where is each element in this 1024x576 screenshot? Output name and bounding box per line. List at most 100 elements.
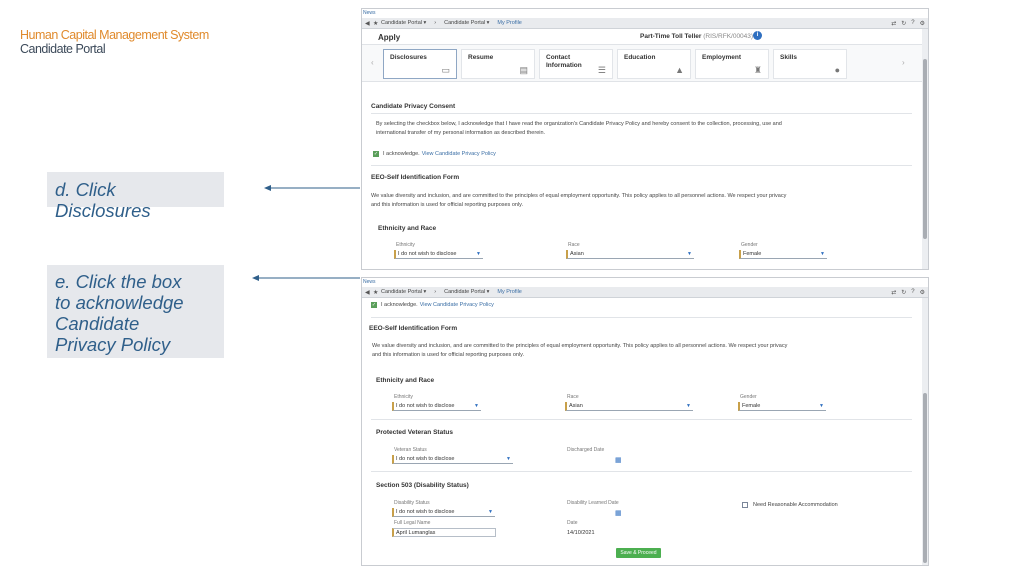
slide: Human Capital Management System Candidat… <box>0 0 1024 576</box>
chevron-down-icon: ▼ <box>488 509 493 515</box>
arrow-to-acknowledge <box>252 275 360 281</box>
help-icon[interactable]: ? <box>911 289 914 296</box>
scrollbar[interactable] <box>922 298 928 565</box>
gear-icon[interactable]: ⚙ <box>920 289 925 296</box>
divider <box>371 419 912 420</box>
section-subtitle: Ethnicity and Race <box>378 225 437 232</box>
callout-step-d: d. Click Disclosures <box>47 172 224 221</box>
news-link[interactable]: News <box>362 278 928 287</box>
race-label: Race <box>568 242 580 248</box>
scrollbar-thumb[interactable] <box>923 59 927 239</box>
shuffle-icon[interactable]: ⇄ <box>891 20 896 27</box>
gender-label: Gender <box>740 394 757 400</box>
tab-disclosures[interactable]: Disclosures ▭ <box>383 49 457 79</box>
callout-e-line: to acknowledge <box>55 292 184 313</box>
brain-icon: ● <box>834 65 840 75</box>
callout-step-e: e. Click the box to acknowledge Candidat… <box>47 265 224 358</box>
disability-status-select[interactable]: I do not wish to disclose ▼ <box>392 508 495 517</box>
brand-title: Human Capital Management System Candidat… <box>20 28 209 56</box>
divider <box>371 113 912 114</box>
chevron-left-icon[interactable]: ‹ <box>371 58 374 67</box>
chevron-down-icon: ▼ <box>476 251 481 257</box>
refresh-icon[interactable]: ↻ <box>901 20 906 27</box>
disability-learned-date-label: Disability Learned Date <box>567 500 619 506</box>
calendar-icon[interactable]: ▦ <box>615 509 622 517</box>
breadcrumb-separator: › <box>434 20 437 26</box>
acknowledge-row: ✓ I acknowledge. View Candidate Privacy … <box>373 151 496 157</box>
race-select[interactable]: Asian ▼ <box>566 250 694 259</box>
race-select[interactable]: Asian ▼ <box>565 402 693 411</box>
tab-education[interactable]: Education ▲ <box>617 49 691 79</box>
section-subtitle: Section 503 (Disability Status) <box>376 482 469 489</box>
acknowledge-checkbox[interactable]: ✓ <box>371 302 377 308</box>
job-code: (RIS/RFK/00043) <box>703 33 754 40</box>
chevron-down-icon: ▼ <box>819 403 824 409</box>
chevron-right-icon[interactable]: › <box>902 58 905 67</box>
legal-name-input[interactable]: April Lumanglas <box>392 528 496 537</box>
page-title: Apply <box>378 33 401 42</box>
calendar-icon[interactable]: ▦ <box>615 456 622 464</box>
chevron-down-icon: ▼ <box>686 403 691 409</box>
chevron-down-icon: ▼ <box>506 456 511 462</box>
brand-line-1: Human Capital Management System <box>20 28 209 42</box>
portal-navbar: ◀ ★ Candidate Portal ▾ › Candidate Porta… <box>362 18 928 29</box>
tab-resume[interactable]: Resume ▤ <box>461 49 535 79</box>
privacy-policy-link[interactable]: View Candidate Privacy Policy <box>422 151 496 157</box>
breadcrumb-my-profile[interactable]: My Profile <box>497 20 521 26</box>
apply-header: Apply Part-Time Toll Teller (RIS/RFK/000… <box>362 29 928 44</box>
ethnicity-select[interactable]: I do not wish to disclose ▼ <box>394 250 483 259</box>
acknowledge-checkbox[interactable]: ✓ <box>373 151 379 157</box>
veteran-status-select[interactable]: I do not wish to disclose ▼ <box>392 455 513 464</box>
tab-employment[interactable]: Employment ♜ <box>695 49 769 79</box>
breadcrumb-my-profile[interactable]: My Profile <box>497 289 521 295</box>
callout-e-line: Privacy Policy <box>55 334 171 355</box>
privacy-policy-link[interactable]: View Candidate Privacy Policy <box>420 302 494 308</box>
screenshot-disclosures: News ◀ ★ Candidate Portal ▾ › Candidate … <box>361 8 929 270</box>
document-icon: ▭ <box>441 65 450 75</box>
scrollbar[interactable] <box>922 29 928 269</box>
callout-e-line: e. Click the box <box>55 271 182 292</box>
contact-card-icon: ☰ <box>597 65 606 75</box>
breadcrumb-item[interactable]: Candidate Portal ▾ <box>444 289 489 295</box>
gender-select[interactable]: Female ▼ <box>738 402 826 411</box>
arrow-to-disclosures <box>264 185 360 191</box>
shuffle-icon[interactable]: ⇄ <box>891 289 896 296</box>
callout-e-line: Candidate <box>55 313 140 334</box>
divider <box>371 165 912 166</box>
star-icon[interactable]: ★ <box>373 289 381 296</box>
date-label: Date <box>567 520 578 526</box>
gender-label: Gender <box>741 242 758 248</box>
breadcrumb-item[interactable]: Candidate Portal ▾ <box>381 20 426 26</box>
section-title: Candidate Privacy Consent <box>371 103 456 110</box>
section-subtitle: Ethnicity and Race <box>376 377 435 384</box>
tab-contact-information[interactable]: Contact Information ☰ <box>539 49 613 79</box>
disability-status-label: Disability Status <box>394 500 430 506</box>
gear-icon[interactable]: ⚙ <box>920 20 925 27</box>
eeo-text: We value diversity and inclusion, and ar… <box>372 343 788 358</box>
acknowledge-label: I acknowledge. <box>381 302 418 308</box>
star-icon[interactable]: ★ <box>373 20 381 27</box>
help-icon[interactable]: ? <box>911 20 914 27</box>
breadcrumb-item[interactable]: Candidate Portal ▾ <box>444 20 489 26</box>
race-label: Race <box>567 394 579 400</box>
back-icon[interactable]: ◀ <box>365 20 373 27</box>
gender-select[interactable]: Female ▼ <box>739 250 827 259</box>
refresh-icon[interactable]: ↻ <box>901 289 906 296</box>
section-title: EEO-Self Identification Form <box>369 325 458 332</box>
scrollbar-thumb[interactable] <box>923 393 927 563</box>
briefcase-icon: ♜ <box>753 65 762 75</box>
legal-name-label: Full Legal Name <box>394 520 431 526</box>
accommodation-label: Need Reasonable Accommodation <box>753 502 838 508</box>
chevron-down-icon: ▼ <box>687 251 692 257</box>
news-link[interactable]: News <box>362 9 928 18</box>
ethnicity-select[interactable]: I do not wish to disclose ▼ <box>392 402 481 411</box>
save-and-proceed-button[interactable]: Save & Proceed <box>616 548 661 558</box>
info-icon[interactable]: i <box>753 31 762 40</box>
breadcrumb-item[interactable]: Candidate Portal ▾ <box>381 289 426 295</box>
veteran-status-label: Veteran Status <box>394 447 427 453</box>
ethnicity-label: Ethnicity <box>396 242 415 248</box>
accommodation-checkbox[interactable] <box>742 502 748 508</box>
tab-skills[interactable]: Skills ● <box>773 49 847 79</box>
resume-icon: ▤ <box>519 65 528 75</box>
back-icon[interactable]: ◀ <box>365 289 373 296</box>
